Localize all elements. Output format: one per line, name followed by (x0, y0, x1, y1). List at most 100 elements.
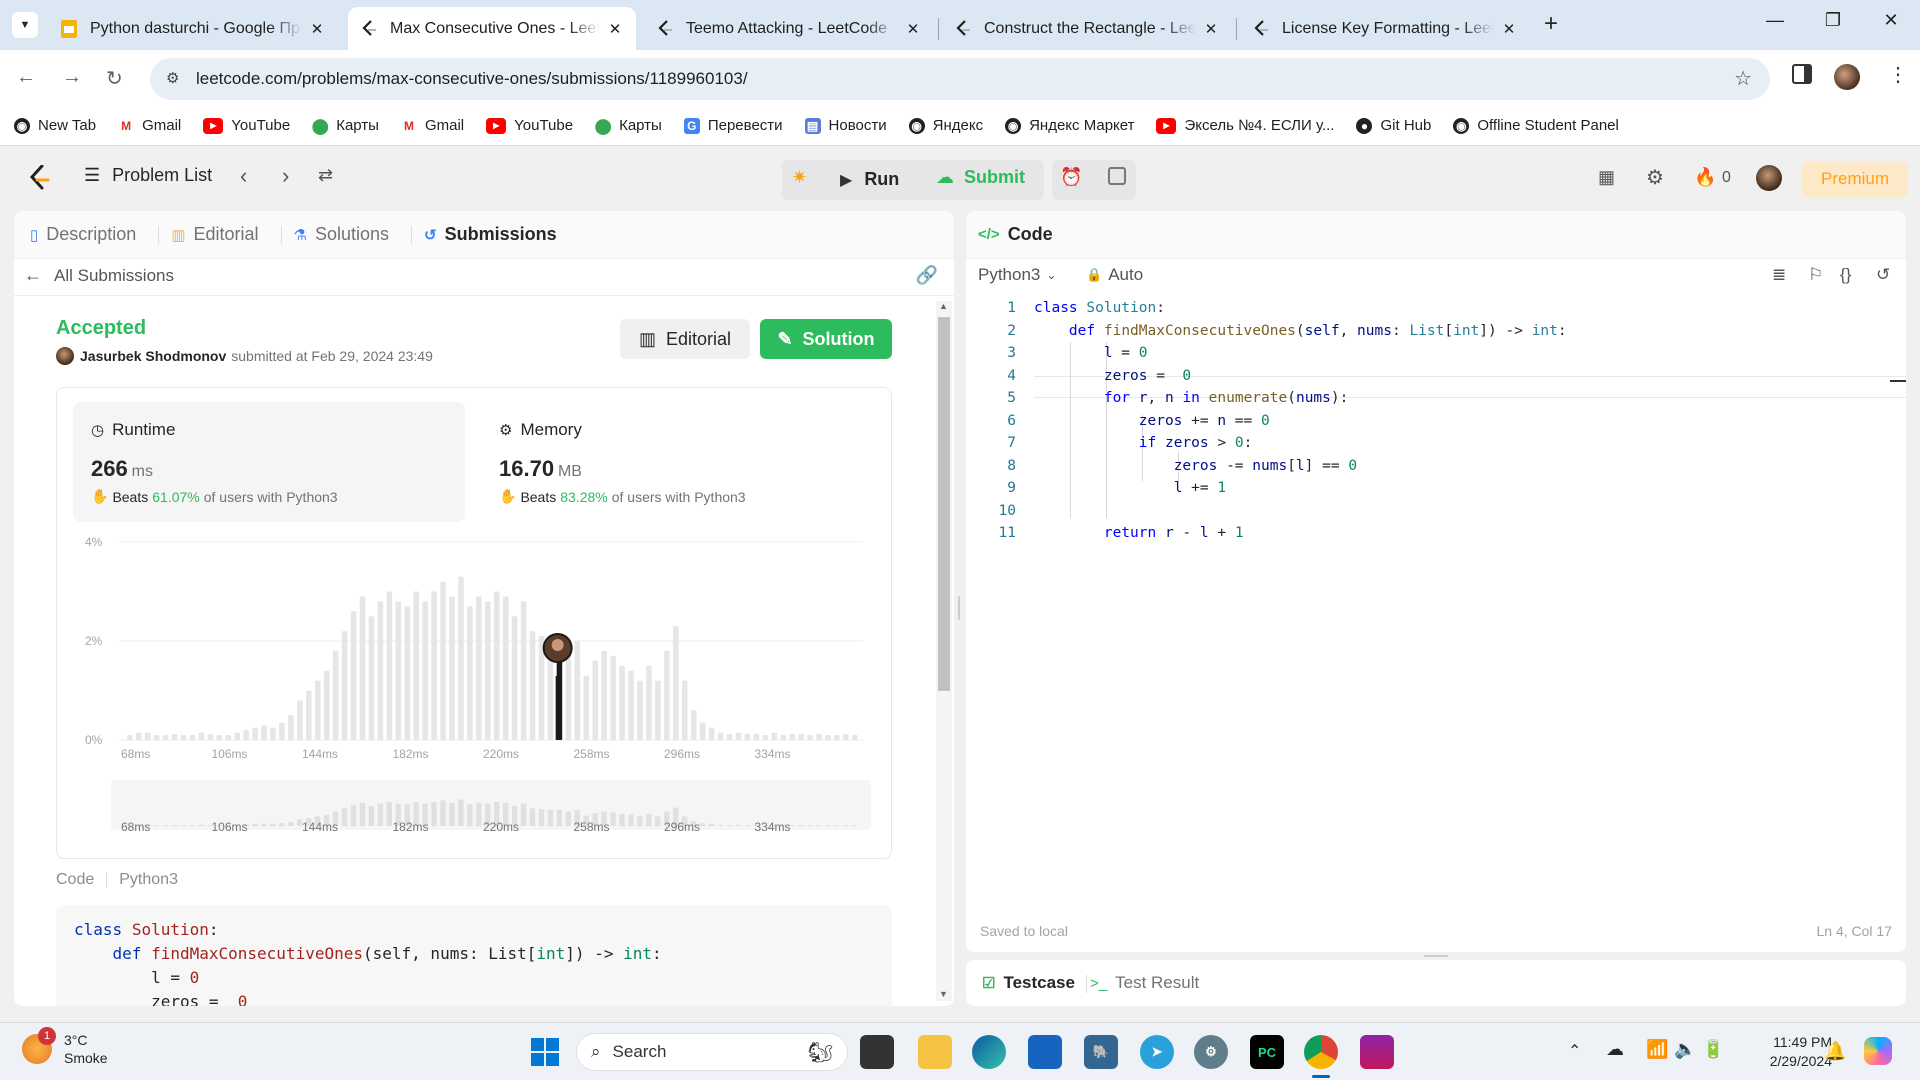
run-button[interactable]: ▶ Run (840, 169, 899, 190)
windows-start-icon[interactable] (528, 1035, 562, 1069)
close-icon[interactable]: ✕ (308, 20, 326, 38)
scroll-down-icon[interactable]: ▼ (939, 989, 948, 999)
site-info-icon[interactable]: ⚙ (166, 69, 179, 87)
browser-tab-rectangle[interactable]: Construct the Rectangle - LeetC ✕ (942, 7, 1232, 50)
taskbar-search[interactable]: ⌕ Search 🐿 (576, 1033, 848, 1071)
bookmark-star-icon[interactable]: ☆ (1734, 66, 1752, 91)
bookmark-item[interactable]: ◉ Яндекс (908, 117, 983, 134)
file-explorer-icon[interactable] (918, 1035, 952, 1069)
link-icon[interactable]: 🔗 (916, 265, 938, 286)
copilot-icon[interactable] (1864, 1037, 1892, 1065)
clock[interactable]: 11:49 PM 2/29/2024 (1748, 1033, 1832, 1071)
bookmark-item[interactable]: ▶ YouTube (203, 117, 290, 134)
store-icon[interactable] (1028, 1035, 1062, 1069)
bookmark-item[interactable]: ▶ Эксель №4. ЕСЛИ у... (1156, 117, 1334, 134)
language-select[interactable]: Python3 ⌄ (978, 265, 1056, 285)
close-icon[interactable]: ✕ (606, 20, 624, 38)
bookmark-item[interactable]: G Перевести (683, 117, 783, 134)
tab-code[interactable]: </> Code (978, 224, 1053, 245)
battery-icon[interactable]: 🔋 (1702, 1039, 1724, 1060)
tab-submissions[interactable]: ↺ Submissions (424, 224, 557, 245)
bookmark-item[interactable]: ▶ YouTube (486, 117, 573, 134)
chrome-icon[interactable] (1304, 1035, 1338, 1069)
new-tab-button[interactable]: + (1544, 10, 1558, 38)
shuffle-icon[interactable]: ⇄ (318, 165, 333, 186)
tab-solutions[interactable]: ⚗ Solutions (294, 224, 390, 245)
weather-widget[interactable]: 1 3°C Smoke (22, 1027, 108, 1067)
edge-icon[interactable] (972, 1035, 1006, 1069)
profile-avatar[interactable] (1834, 64, 1860, 90)
resize-handle[interactable] (1424, 955, 1448, 957)
scroll-up-icon[interactable]: ▲ (939, 301, 948, 311)
tab-test-result[interactable]: >_ Test Result (1090, 973, 1199, 993)
code-editor[interactable]: 1 2 3 4 5 6 7 8 9 10 11 class Solution: … (966, 297, 1906, 897)
runtime-card[interactable]: ◷ Runtime 266 ms ✋ Beats 61.07% of users… (73, 402, 465, 522)
forward-icon[interactable]: → (62, 66, 82, 89)
side-panel-icon[interactable] (1792, 64, 1812, 84)
winrar-icon[interactable] (1360, 1035, 1394, 1069)
task-view-icon[interactable] (860, 1035, 894, 1069)
streak-icon[interactable]: 🔥 (1694, 167, 1716, 188)
tab-search-button[interactable]: ▼ (12, 12, 38, 38)
browser-tab-license[interactable]: License Key Formatting - LeetC ✕ (1240, 7, 1530, 50)
bookmark-item[interactable]: ⬤ Карты (595, 117, 662, 135)
scrollbar[interactable]: ▲ ▼ (936, 301, 952, 1001)
browser-tab-teemo[interactable]: Teemo Attacking - LeetCode ✕ (644, 7, 934, 50)
all-submissions-link[interactable]: ← All Submissions (24, 265, 174, 286)
chevron-up-icon[interactable]: ⌃ (1568, 1041, 1581, 1061)
minimize-button[interactable]: — (1752, 10, 1798, 31)
close-icon[interactable]: ✕ (904, 20, 922, 38)
bookmark-item[interactable]: M Gmail (401, 117, 464, 134)
solution-button[interactable]: ✎ Solution (760, 319, 892, 359)
scrollbar-thumb[interactable] (938, 317, 950, 691)
premium-button[interactable]: Premium (1802, 161, 1908, 197)
memory-card[interactable]: ⚙ Memory 16.70 MB ✋ Beats 83.28% of user… (481, 402, 873, 522)
prev-problem-icon[interactable]: ‹ (240, 163, 247, 189)
tab-description[interactable]: ▯ Description (30, 224, 136, 245)
onedrive-icon[interactable]: ☁ (1606, 1039, 1624, 1060)
braces-icon[interactable]: {} (1840, 265, 1851, 285)
bookmark-item[interactable]: ● Git Hub (1356, 117, 1431, 134)
layout-icon[interactable]: ▦ (1598, 167, 1615, 188)
bookmark-item[interactable]: M Gmail (118, 117, 181, 134)
close-window-button[interactable]: ✕ (1868, 10, 1914, 31)
auto-mode[interactable]: 🔒 Auto (1086, 265, 1143, 285)
close-icon[interactable]: ✕ (1202, 20, 1220, 38)
browser-tab-max-consecutive[interactable]: Max Consecutive Ones - LeetCo ✕ (348, 7, 636, 50)
notification-bell-icon[interactable]: 🔔 (1824, 1041, 1846, 1062)
bookmark-icon[interactable]: ⚐ (1808, 265, 1823, 285)
notes-icon[interactable] (1108, 167, 1126, 185)
runtime-distribution-chart[interactable]: 4% 2% 0% 68ms 106ms 144ms 182ms 220ms 258ms 296ms… (57, 528, 893, 854)
bookmark-item[interactable]: ▤ Новости (804, 117, 887, 134)
bookmark-item[interactable]: ◉ New Tab (14, 117, 96, 134)
problem-list-button[interactable]: ☰ Problem List (84, 165, 212, 186)
back-icon[interactable]: ← (16, 66, 36, 89)
debug-icon[interactable]: ✷ (792, 167, 807, 188)
restore-button[interactable]: ❐ (1810, 10, 1856, 31)
bookmark-item[interactable]: ◉ Offline Student Panel (1453, 117, 1619, 134)
settings-app-icon[interactable]: ⚙ (1194, 1035, 1228, 1069)
postgres-icon[interactable]: 🐘 (1084, 1035, 1118, 1069)
timer-icon[interactable]: ⏰ (1060, 167, 1082, 188)
volume-icon[interactable]: 🔈 (1674, 1039, 1696, 1060)
tab-editorial[interactable]: ▥ Editorial (171, 224, 258, 245)
format-icon[interactable]: ≣ (1772, 265, 1786, 285)
close-icon[interactable]: ✕ (1500, 20, 1518, 38)
settings-icon[interactable]: ⚙ (1646, 165, 1664, 190)
vertical-resize-handle[interactable] (958, 596, 960, 620)
editorial-button[interactable]: ▥ Editorial (620, 319, 750, 359)
pycharm-icon[interactable]: PC (1250, 1035, 1284, 1069)
menu-icon[interactable]: ⋮ (1888, 62, 1908, 87)
tab-testcase[interactable]: ☑ Testcase (982, 973, 1075, 993)
leetcode-logo-icon[interactable] (28, 164, 50, 194)
submit-button[interactable]: ☁ Submit (936, 167, 1025, 188)
telegram-icon[interactable]: ➤ (1140, 1035, 1174, 1069)
browser-tab-python[interactable]: Python dasturchi - Google Пре ✕ (48, 7, 338, 50)
reset-icon[interactable]: ↺ (1876, 265, 1890, 285)
user-avatar[interactable] (1756, 165, 1782, 191)
bookmark-item[interactable]: ◉ Яндекс Маркет (1005, 117, 1134, 134)
address-bar[interactable]: ⚙ leetcode.com/problems/max-consecutive-… (150, 58, 1770, 100)
wifi-icon[interactable]: 📶 (1646, 1039, 1668, 1060)
next-problem-icon[interactable]: › (282, 163, 289, 189)
bookmark-item[interactable]: ⬤ Карты (312, 117, 379, 135)
